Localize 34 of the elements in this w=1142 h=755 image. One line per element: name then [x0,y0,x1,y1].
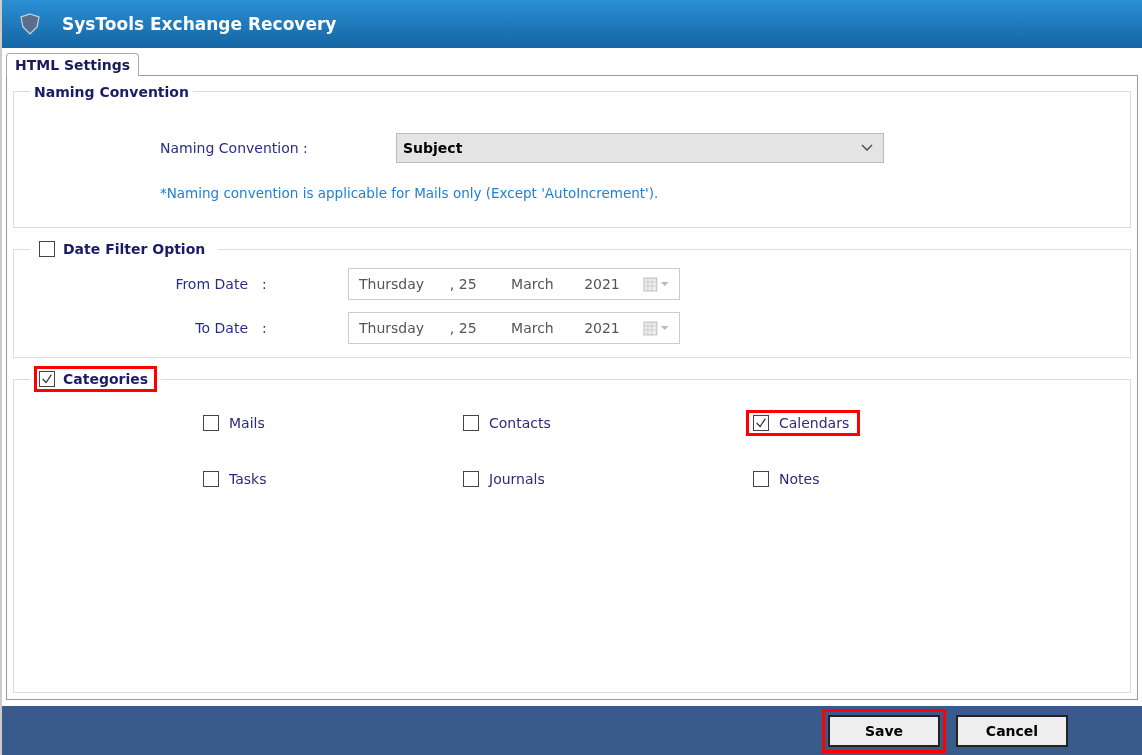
cancel-button[interactable]: Cancel [956,714,1068,747]
checkbox-label: Journals [489,471,545,487]
group-title: Date Filter Option [63,241,206,257]
checkbox[interactable] [203,471,219,487]
date-label: From Date [174,276,248,292]
date-picker[interactable]: Thursday , 25 March 2021 [348,268,680,300]
date-picker[interactable]: Thursday , 25 March 2021 [348,312,680,344]
colon-text: : [261,320,268,336]
checkbox[interactable] [753,415,769,431]
checkmark-icon [754,416,768,430]
group-title: Naming Convention [34,84,189,100]
checkbox-label: Calendars [779,415,850,431]
settings-tab[interactable]: HTML Settings [6,53,140,76]
checkbox-label: Contacts [489,415,551,431]
checkbox-label: Tasks [229,471,267,487]
save-button[interactable]: Save [828,714,940,747]
shield-logo-icon [18,12,42,36]
checkbox[interactable] [753,471,769,487]
checkbox[interactable] [463,415,479,431]
naming-dropdown[interactable]: Subject [396,133,884,163]
checkmark-icon [40,372,54,386]
group-title: Categories [63,371,149,387]
field-label: Naming Convention : [160,140,309,156]
checkbox-label: Mails [229,415,265,431]
window-title: SysTools Exchange Recovery [62,14,337,34]
checkbox-label: Notes [779,471,820,487]
checkbox[interactable] [39,241,55,257]
date-label: To Date [194,320,248,336]
checkbox[interactable] [463,471,479,487]
checkbox[interactable] [39,371,55,387]
chevron-down-icon [861,144,873,152]
checkbox[interactable] [203,415,219,431]
info-note: *Naming convention is applicable for Mails only (Except 'AutoIncrement'). [160,185,660,201]
colon-text: : [261,276,268,292]
